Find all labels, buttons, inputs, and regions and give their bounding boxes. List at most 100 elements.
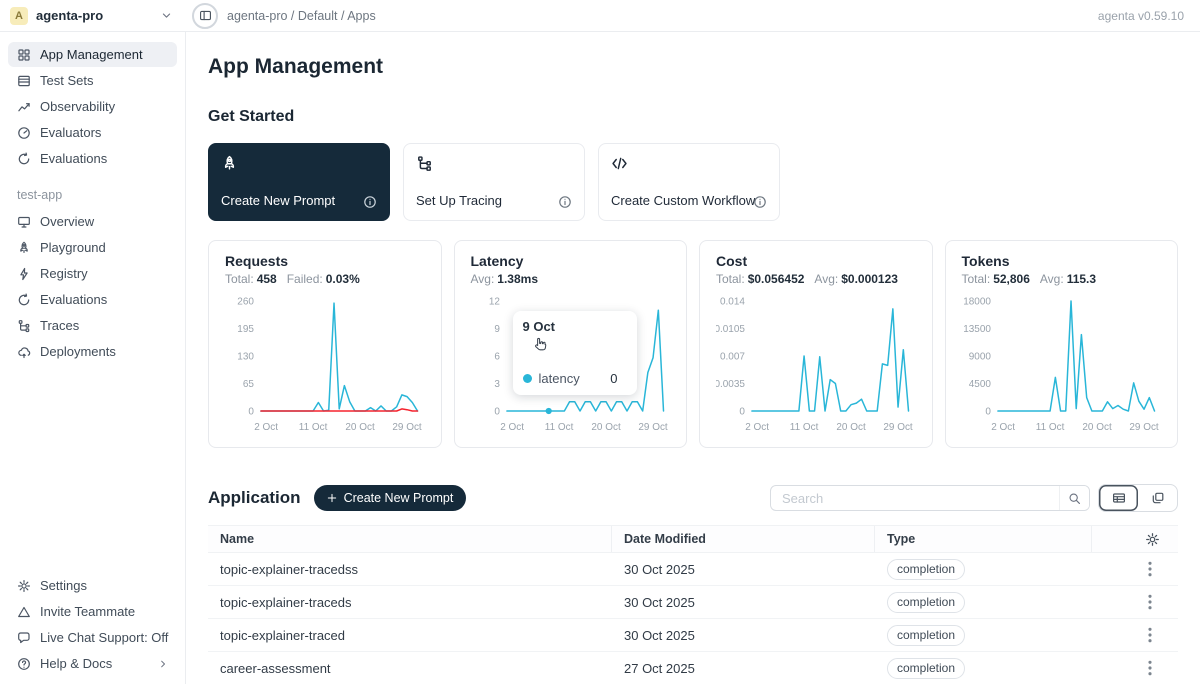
help-icon [17,657,31,671]
create-button-label: Create New Prompt [344,491,454,505]
table-settings-button[interactable] [1145,532,1160,547]
sidebar-item-settings[interactable]: Settings [8,573,177,598]
info-icon[interactable] [558,195,572,209]
svg-text:9000: 9000 [968,351,991,362]
sidebar-main-nav: App ManagementTest SetsObservability Eval… [8,42,177,171]
metric-value: 458 [257,272,277,286]
row-name: topic-explainer-tracedss [208,562,612,577]
row-menu-button[interactable] [1140,625,1160,645]
svg-text:9: 9 [494,324,500,335]
row-name: topic-explainer-traceds [208,595,612,610]
metric-value: 0.03% [326,272,360,286]
chat-icon [17,631,31,645]
sidebar-item-overview[interactable]: Overview [8,209,177,234]
tokens-stat-card: TokensTotal:52,806Avg:115.30450090001350… [945,240,1179,448]
lightning-icon [17,267,31,281]
sidebar-item-observability[interactable]: Observability [8,94,177,119]
table-row[interactable]: topic-explainer-traced30 Oct 2025complet… [208,619,1178,652]
sidebar-item-invite-teammate[interactable]: Invite Teammate [8,599,177,624]
row-menu-button[interactable] [1140,658,1160,678]
sidebar-item-evaluations[interactable]: Evaluations [8,146,177,171]
tree-icon [17,319,31,333]
sidebar-item-live-chat-support-off[interactable]: Live Chat Support: Off [8,625,177,650]
type-badge: completion [887,658,965,679]
app-version: agenta v0.59.10 [1098,9,1200,23]
plus-icon [327,493,337,503]
search-input[interactable] [771,491,1059,506]
info-icon[interactable] [363,195,377,209]
type-badge: completion [887,592,965,613]
sidebar-item-test-sets[interactable]: Test Sets [8,68,177,93]
create-new-prompt-button[interactable]: Create New Prompt [314,485,467,511]
search-button[interactable] [1059,486,1089,510]
sidebar-item-deployments[interactable]: Deployments [8,339,177,364]
svg-text:29 Oct: 29 Oct [1129,422,1159,433]
metric-label: Total: [962,272,991,286]
sidebar-item-traces[interactable]: Traces [8,313,177,338]
tree-icon [416,155,433,172]
cost-chart: 00.00350.0070.01050.0142 Oct11 Oct20 Oct… [716,291,916,437]
workspace-switcher[interactable]: A agenta-pro [0,7,186,25]
svg-text:0.0035: 0.0035 [716,379,745,390]
table-row[interactable]: career-assessment27 Oct 2025completion [208,652,1178,684]
table-row[interactable]: topic-explainer-traceds30 Oct 2025comple… [208,586,1178,619]
sidebar-item-label: Overview [40,214,94,229]
stat-title: Requests [225,253,425,269]
sidebar-item-app-management[interactable]: App Management [8,42,177,67]
card-view-button[interactable] [1138,485,1177,511]
sidebar-item-registry[interactable]: Registry [8,261,177,286]
sidebar-toggle-button[interactable] [192,3,218,29]
svg-text:65: 65 [243,379,255,390]
column-header-date-modified[interactable]: Date Modified [612,526,875,552]
rocket-icon [221,155,238,172]
search-box [770,485,1090,511]
svg-text:20 Oct: 20 Oct [836,422,866,433]
tooltip-value: 0 [610,371,626,386]
sidebar-item-label: Help & Docs [40,656,112,671]
cloud-icon [17,345,31,359]
row-name: career-assessment [208,661,612,676]
column-header-type[interactable]: Type [875,526,1092,552]
metric-value: 115.3 [1067,272,1096,286]
table-row[interactable]: topic-explainer-tracedss30 Oct 2025compl… [208,553,1178,586]
sidebar-item-playground[interactable]: Playground [8,235,177,260]
table-view-button[interactable] [1099,485,1138,511]
svg-text:11 Oct: 11 Oct [1035,422,1064,433]
sidebar-panel-icon [199,9,212,22]
main-content: App Management Get Started Create New Pr… [186,32,1200,684]
sidebar-item-label: Evaluators [40,125,101,140]
table-view-icon [1112,491,1126,505]
column-header-name[interactable]: Name [208,526,612,552]
sidebar-item-label: Live Chat Support: Off [40,630,168,645]
sidebar-item-help-docs[interactable]: Help & Docs [8,651,177,676]
stat-title: Tokens [962,253,1162,269]
create-custom-workflow-card[interactable]: Create Custom Workflow [598,143,780,221]
svg-text:0.014: 0.014 [720,296,745,307]
info-icon[interactable] [753,195,767,209]
svg-text:20 Oct: 20 Oct [591,422,621,433]
table-tools [770,484,1178,512]
sidebar-item-evaluators[interactable]: Evaluators [8,120,177,145]
row-menu-button[interactable] [1140,559,1160,579]
svg-text:18000: 18000 [963,296,991,307]
code-icon [611,155,628,172]
chevron-right-icon [158,659,168,669]
row-menu-button[interactable] [1140,592,1160,612]
metric-value: $0.056452 [748,272,805,286]
svg-text:29 Oct: 29 Oct [638,422,668,433]
create-new-prompt-card[interactable]: Create New Prompt [208,143,390,221]
breadcrumb: agenta-pro / Default / Apps [227,9,376,23]
sidebar-item-evaluations[interactable]: Evaluations [8,287,177,312]
application-header-row: Application Create New Prompt [208,484,1178,512]
metric-label: Avg: [814,272,838,286]
trend-icon [17,100,31,114]
svg-text:11 Oct: 11 Oct [544,422,573,433]
svg-text:20 Oct: 20 Oct [345,422,375,433]
sidebar-item-label: Traces [40,318,79,333]
gauge-icon [17,126,31,140]
sidebar-section-label: test-app [17,188,168,202]
type-badge: completion [887,559,965,580]
svg-text:11 Oct: 11 Oct [790,422,819,433]
set-up-tracing-card[interactable]: Set Up Tracing [403,143,585,221]
svg-text:130: 130 [237,351,254,362]
